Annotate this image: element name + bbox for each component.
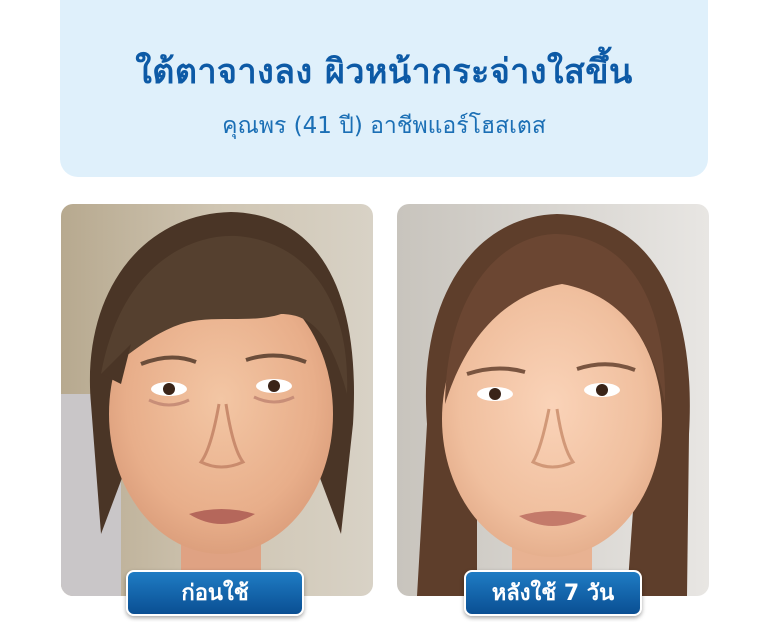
before-photo (61, 204, 373, 596)
headline-subtitle: คุณพร (41 ปี) อาชีพแอร์โฮสเตส (222, 113, 546, 139)
before-label: ก่อนใช้ (126, 570, 304, 616)
after-photo (397, 204, 709, 596)
page: ใต้ตาจางลง ผิวหน้ากระจ่างใสขึ้น คุณพร (4… (0, 0, 768, 622)
headline-card: ใต้ตาจางลง ผิวหน้ากระจ่างใสขึ้น คุณพร (4… (60, 0, 708, 177)
after-label: หลังใช้ 7 วัน (464, 570, 642, 616)
headline-title: ใต้ตาจางลง ผิวหน้ากระจ่างใสขึ้น (135, 52, 633, 92)
